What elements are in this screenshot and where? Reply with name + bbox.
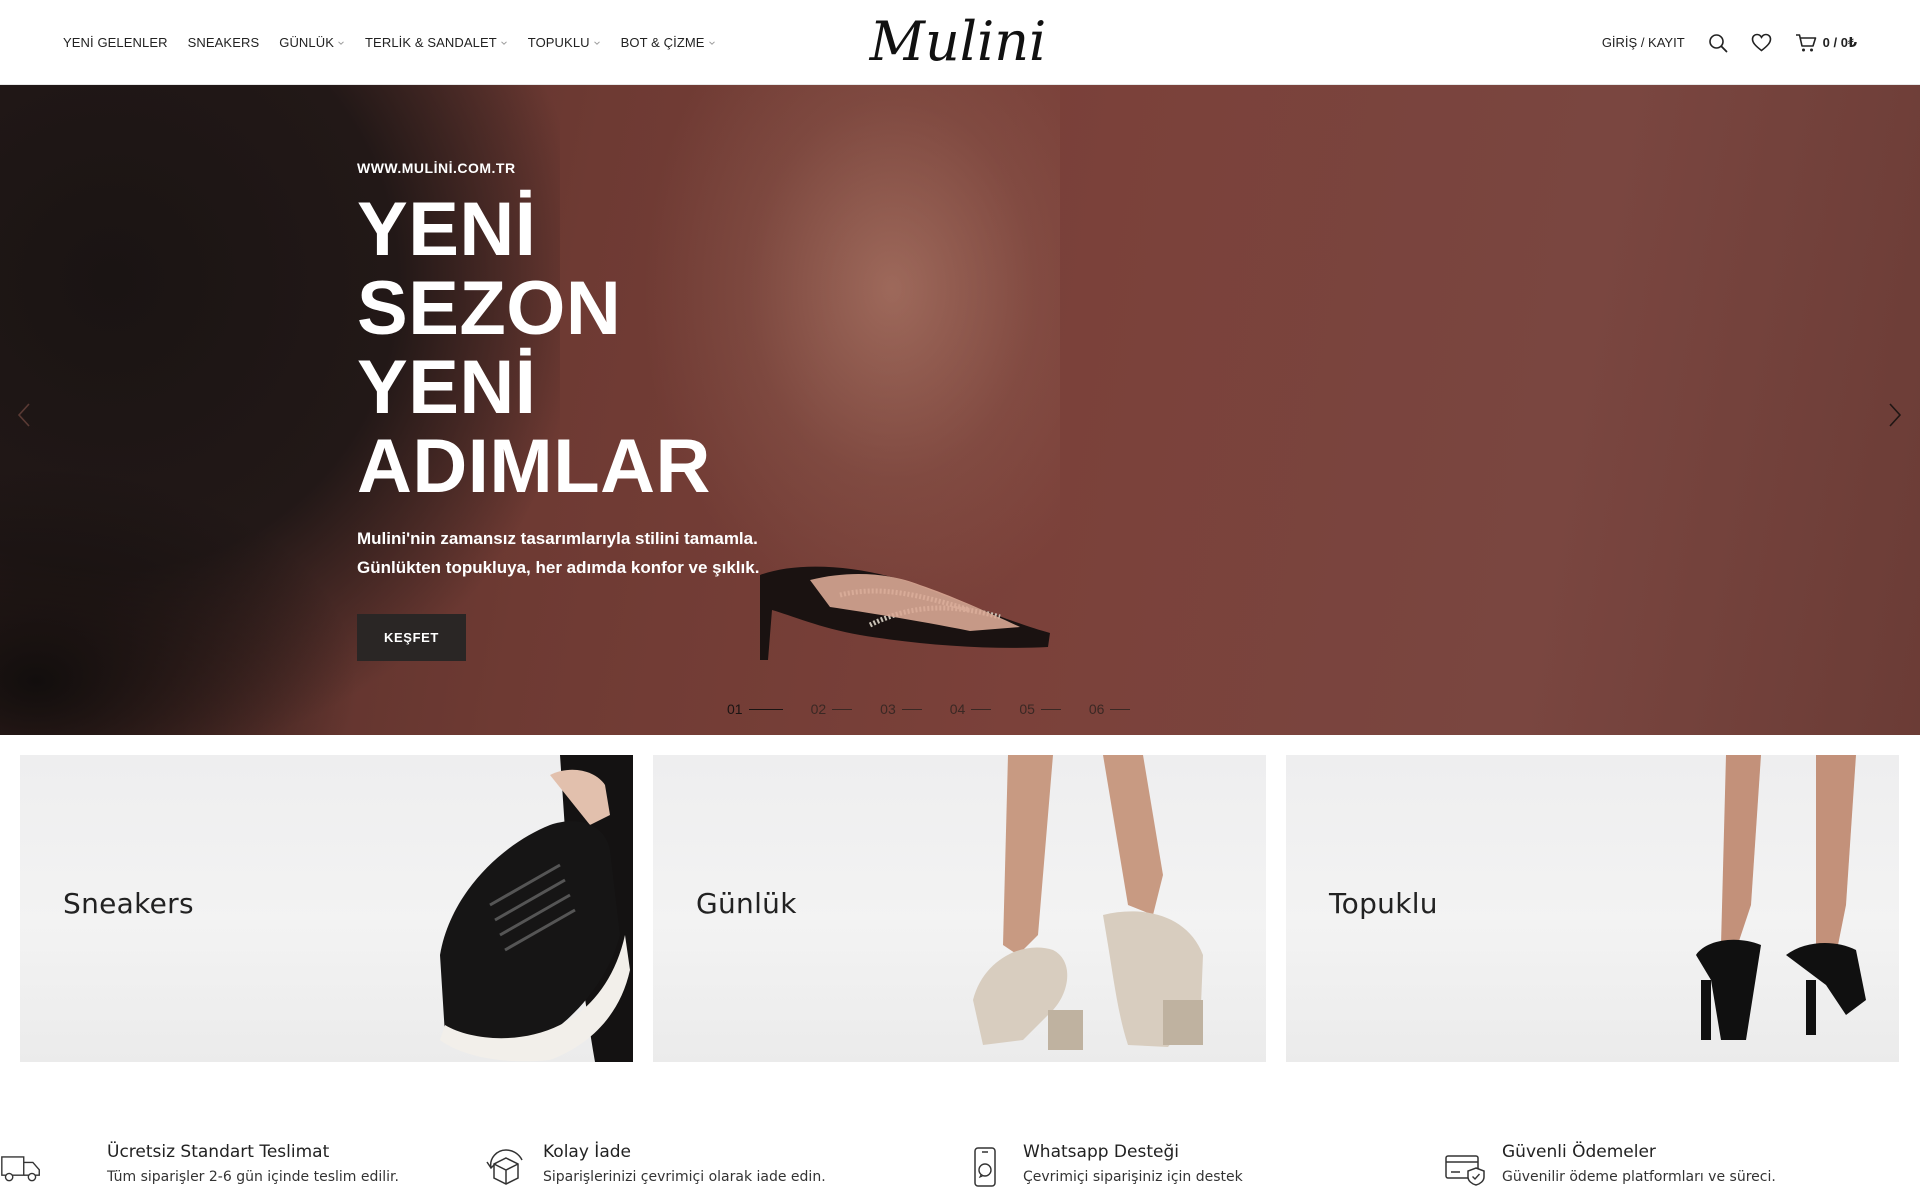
features-bar: Ücretsiz Standart Teslimat Tüm siparişle… (0, 1130, 1920, 1200)
feature-secure-payment: Güvenli Ödemeler Güvenilir ödeme platfor… (1444, 1130, 1776, 1188)
hero-description: Mulini'nin zamansız tasarımlarıyla stili… (357, 524, 917, 582)
chevron-down-icon (708, 40, 715, 45)
nav-item-bot-cizme[interactable]: BOT & ÇİZME (621, 35, 716, 50)
hero-title: YENİ SEZON YENİ ADIMLAR (357, 190, 917, 506)
nav-label: SNEAKERS (187, 35, 260, 50)
nav-item-gunluk[interactable]: GÜNLÜK (279, 35, 345, 50)
feature-whatsapp: Whatsapp Desteği Çevrimiçi siparişiniz i… (965, 1130, 1243, 1188)
hero-desc-line: Mulini'nin zamansız tasarımlarıyla stili… (357, 529, 758, 548)
nav-item-terlik-sandalet[interactable]: TERLİK & SANDALET (365, 35, 508, 50)
logo-text: Mulini (869, 10, 1047, 73)
nav-item-topuklu[interactable]: TOPUKLU (528, 35, 601, 50)
heart-icon[interactable] (1751, 32, 1773, 54)
feature-desc: Çevrimiçi siparişiniz için destek (1023, 1169, 1243, 1185)
nav-label: TOPUKLU (527, 35, 590, 50)
login-register-link[interactable]: GİRİŞ / KAYIT (1602, 35, 1685, 50)
slide-number: 01 (727, 701, 743, 717)
nav-label: YENİ GELENLER (63, 35, 168, 50)
chevron-right-icon (1889, 403, 1902, 427)
gunluk-shoes-image (973, 755, 1203, 1050)
hero-content: WWW.MULİNİ.COM.TR YENİ SEZON YENİ ADIMLA… (357, 160, 917, 661)
hero-title-line: YENİ (357, 345, 537, 430)
category-label: Sneakers (63, 887, 194, 920)
category-card-gunluk[interactable]: Günlük (653, 755, 1266, 1062)
slide-dot[interactable]: 05 (1019, 701, 1061, 717)
hero-slider: WWW.MULİNİ.COM.TR YENİ SEZON YENİ ADIMLA… (0, 85, 1920, 735)
nav-label: BOT & ÇİZME (620, 35, 705, 50)
slide-number: 04 (949, 701, 966, 717)
site-header: YENİ GELENLER SNEAKERS GÜNLÜK TERLİK & S… (0, 0, 1920, 85)
hero-title-line: YENİ (357, 187, 537, 272)
search-icon[interactable] (1707, 32, 1729, 54)
slide-line (1040, 708, 1061, 710)
whatsapp-phone-icon (974, 1147, 996, 1187)
header-actions: GİRİŞ / KAYIT 0 / 0₺ (1602, 0, 1857, 85)
cart-total: 0 / 0₺ (1822, 34, 1857, 50)
category-card-topuklu[interactable]: Topuklu (1286, 755, 1899, 1062)
next-slide-arrow[interactable] (1883, 398, 1907, 432)
slide-line (901, 708, 922, 710)
truck-icon (1, 1156, 40, 1182)
slide-line (832, 708, 853, 710)
hero-desc-line: Günlükten topukluya, her adımda konfor v… (357, 558, 760, 577)
feature-desc: Tüm siparişler 2-6 gün içinde teslim edi… (107, 1169, 399, 1185)
cart-icon (1795, 33, 1816, 51)
slide-number: 06 (1088, 701, 1105, 717)
category-grid: Sneakers Günlük Topuklu (20, 755, 1900, 1062)
prev-slide-arrow[interactable] (12, 398, 36, 432)
slide-number: 03 (880, 701, 896, 717)
feature-desc: Siparişlerinizi çevrimiçi olarak iade ed… (543, 1169, 826, 1185)
hero-title-line: ADIMLAR (357, 424, 711, 509)
slide-number: 02 (810, 701, 827, 717)
feature-title: Güvenli Ödemeler (1502, 1142, 1656, 1162)
slide-dot[interactable]: 06 (1089, 701, 1131, 717)
sneaker-image (440, 755, 633, 1062)
slider-pagination: 01 02 03 04 05 06 (727, 701, 1131, 717)
slide-line (1110, 708, 1131, 710)
feature-title: Kolay İade (543, 1142, 631, 1162)
slide-number: 05 (1019, 701, 1035, 717)
nav-item-new-arrivals[interactable]: YENİ GELENLER (63, 35, 168, 50)
chevron-left-icon (17, 403, 30, 427)
chevron-down-icon (593, 40, 600, 45)
kesfet-button[interactable]: KEŞFET (357, 614, 466, 661)
nav-label: TERLİK & SANDALET (365, 35, 497, 50)
hero-background-shadow (0, 465, 360, 735)
slide-dot[interactable]: 01 (727, 701, 783, 717)
feature-title: Whatsapp Desteği (1023, 1142, 1179, 1162)
slide-dot[interactable]: 02 (811, 701, 853, 717)
slide-dot[interactable]: 04 (950, 701, 992, 717)
return-box-icon (486, 1149, 523, 1185)
main-nav: YENİ GELENLER SNEAKERS GÜNLÜK TERLİK & S… (63, 0, 716, 85)
slide-line (748, 708, 783, 710)
topuklu-shoes-image (1696, 755, 1866, 1040)
feature-shipping: Ücretsiz Standart Teslimat Tüm siparişle… (0, 1130, 399, 1188)
feature-desc: Güvenilir ödeme platformları ve süreci. (1502, 1169, 1776, 1185)
nav-label: GÜNLÜK (279, 35, 335, 50)
slide-dot[interactable]: 03 (880, 701, 922, 717)
hero-title-line: SEZON (357, 266, 622, 351)
slide-line (971, 708, 992, 710)
hero-url: WWW.MULİNİ.COM.TR (357, 160, 516, 176)
chevron-down-icon (500, 40, 507, 45)
category-label: Günlük (696, 887, 797, 920)
chevron-down-icon (338, 40, 344, 45)
cart-button[interactable]: 0 / 0₺ (1795, 33, 1857, 53)
secure-card-icon (1445, 1155, 1485, 1186)
category-card-sneakers[interactable]: Sneakers (20, 755, 633, 1062)
feature-easy-return: Kolay İade Siparişlerinizi çevrimiçi ola… (485, 1130, 826, 1188)
nav-item-sneakers[interactable]: SNEAKERS (188, 35, 260, 50)
mulini-logo[interactable]: Mulini (858, 8, 1058, 76)
feature-title: Ücretsiz Standart Teslimat (107, 1142, 330, 1162)
category-label: Topuklu (1329, 887, 1438, 920)
